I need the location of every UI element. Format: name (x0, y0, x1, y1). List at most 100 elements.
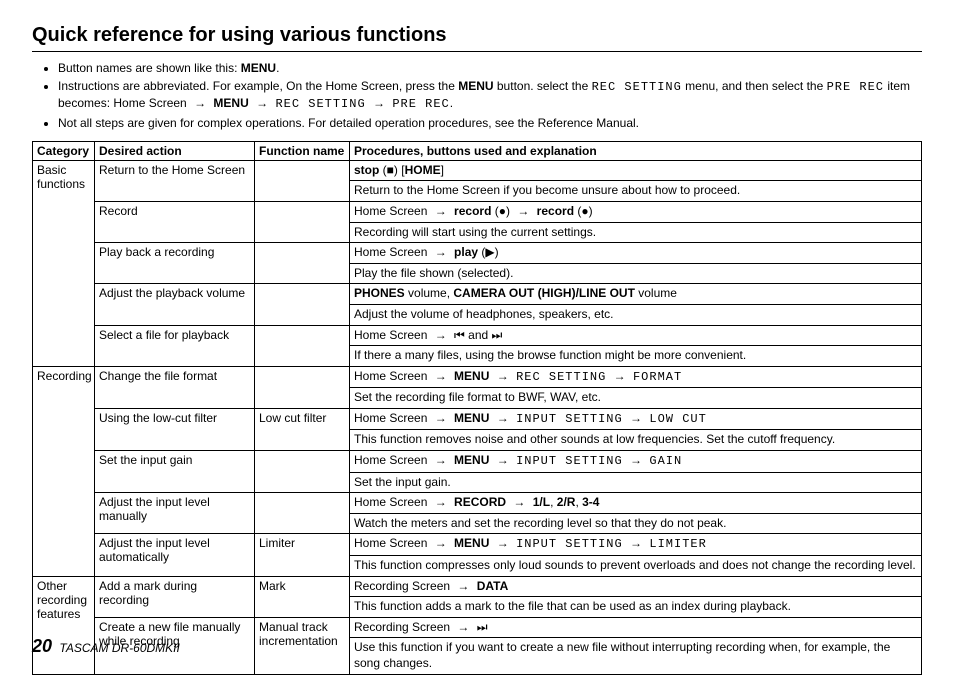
proc-cell: Watch the meters and set the recording l… (350, 513, 922, 534)
proc-cell: This function adds a mark to the file th… (350, 597, 922, 618)
table-row: Adjust the input level automatically Lim… (33, 534, 922, 556)
fname-cell: Low cut filter (255, 408, 350, 450)
arrow-icon: → (252, 95, 272, 111)
arrow-icon: → (453, 620, 473, 636)
fname-cell (255, 451, 350, 493)
note-2: Instructions are abbreviated. For exampl… (58, 78, 922, 112)
table-row: Record Home Screen → record (●) → record… (33, 201, 922, 222)
table-row: Adjust the input level manually Home Scr… (33, 493, 922, 514)
notes-list: Button names are shown like this: MENU. … (32, 60, 922, 131)
table-row: Create a new file manually while recordi… (33, 617, 922, 638)
proc-cell: Home Screen → play (▶) (350, 243, 922, 264)
fname-cell (255, 366, 350, 408)
proc-cell: Adjust the volume of headphones, speaker… (350, 304, 922, 325)
arrow-icon: → (431, 328, 451, 344)
proc-cell: Recording Screen → ⏭ (350, 617, 922, 638)
fname-cell (255, 243, 350, 284)
arrow-icon: → (493, 453, 513, 469)
table-row: Select a file for playback Home Screen →… (33, 325, 922, 346)
proc-cell: If there a many files, using the browse … (350, 346, 922, 367)
col-fname: Function name (255, 141, 350, 160)
table-row: Recording Change the file format Home Sc… (33, 366, 922, 388)
arrow-icon: → (453, 579, 473, 595)
desired-cell: Adjust the input level automatically (95, 534, 255, 576)
desired-cell: Add a mark during recording (95, 576, 255, 617)
desired-cell: Select a file for playback (95, 325, 255, 366)
desired-cell: Play back a recording (95, 243, 255, 284)
table-row: Adjust the playback volume PHONES volume… (33, 284, 922, 305)
arrow-icon: → (493, 536, 513, 552)
desired-cell: Change the file format (95, 366, 255, 408)
table-row: Other recording features Add a mark duri… (33, 576, 922, 597)
table-row: Using the low-cut filter Low cut filter … (33, 408, 922, 430)
proc-cell: This function removes noise and other so… (350, 430, 922, 451)
col-proc: Procedures, buttons used and explanation (350, 141, 922, 160)
fname-cell (255, 325, 350, 366)
proc-cell: Return to the Home Screen if you become … (350, 181, 922, 202)
page-number: 20 (32, 636, 52, 656)
arrow-icon: → (190, 95, 210, 111)
fname-cell: Mark (255, 576, 350, 617)
arrow-icon: → (431, 204, 451, 220)
fname-cell: Manual track incrementation (255, 617, 350, 674)
desired-cell: Return to the Home Screen (95, 160, 255, 201)
proc-cell: Home Screen → ⏮ and ⏭ (350, 325, 922, 346)
reference-table: Category Desired action Function name Pr… (32, 141, 922, 675)
proc-cell: Play the file shown (selected). (350, 263, 922, 284)
note-1: Button names are shown like this: MENU. (58, 60, 922, 76)
desired-cell: Adjust the playback volume (95, 284, 255, 325)
desired-cell: Using the low-cut filter (95, 408, 255, 450)
proc-cell: Home Screen → MENU → INPUT SETTING → LIM… (350, 534, 922, 556)
col-category: Category (33, 141, 95, 160)
desired-cell: Set the input gain (95, 451, 255, 493)
proc-cell: This function compresses only loud sound… (350, 556, 922, 577)
col-desired: Desired action (95, 141, 255, 160)
footer-model: TASCAM DR-60DMKII (59, 641, 179, 655)
proc-cell: Home Screen → RECORD → 1/L, 2/R, 3-4 (350, 493, 922, 514)
fname-cell (255, 493, 350, 534)
note-3: Not all steps are given for complex oper… (58, 115, 922, 131)
arrow-icon: → (493, 411, 513, 427)
fname-cell (255, 201, 350, 242)
category-cell: Recording (33, 366, 95, 576)
fname-cell (255, 160, 350, 201)
arrow-icon: → (493, 369, 513, 385)
proc-cell: Home Screen → MENU → INPUT SETTING → LOW… (350, 408, 922, 430)
arrow-icon: → (610, 369, 630, 385)
proc-cell: Set the recording file format to BWF, WA… (350, 388, 922, 409)
arrow-icon: → (626, 453, 646, 469)
arrow-icon: → (513, 204, 533, 220)
proc-cell: stop (■) [HOME] (350, 160, 922, 181)
desired-cell: Adjust the input level manually (95, 493, 255, 534)
page-footer: 20 TASCAM DR-60DMKII (32, 636, 180, 657)
arrow-icon: → (509, 495, 529, 511)
table-header-row: Category Desired action Function name Pr… (33, 141, 922, 160)
arrow-icon: → (369, 95, 389, 111)
arrow-icon: → (431, 536, 451, 552)
arrow-icon: → (431, 369, 451, 385)
proc-cell: Home Screen → MENU → INPUT SETTING → GAI… (350, 451, 922, 473)
arrow-icon: → (431, 411, 451, 427)
fname-cell: Limiter (255, 534, 350, 576)
arrow-icon: → (431, 495, 451, 511)
proc-cell: Recording Screen → DATA (350, 576, 922, 597)
fname-cell (255, 284, 350, 325)
category-cell: Other recording features (33, 576, 95, 674)
arrow-icon: → (431, 245, 451, 261)
proc-cell: Set the input gain. (350, 472, 922, 493)
table-row: Basic functions Return to the Home Scree… (33, 160, 922, 181)
proc-cell: Home Screen → record (●) → record (●) (350, 201, 922, 222)
arrow-icon: → (431, 453, 451, 469)
arrow-icon: → (626, 536, 646, 552)
proc-cell: Use this function if you want to create … (350, 638, 922, 674)
table-row: Play back a recording Home Screen → play… (33, 243, 922, 264)
proc-cell: Recording will start using the current s… (350, 222, 922, 243)
page: Quick reference for using various functi… (0, 0, 954, 671)
page-title: Quick reference for using various functi… (32, 24, 922, 52)
desired-cell: Record (95, 201, 255, 242)
table-row: Set the input gain Home Screen → MENU → … (33, 451, 922, 473)
category-cell: Basic functions (33, 160, 95, 366)
proc-cell: PHONES volume, CAMERA OUT (HIGH)/LINE OU… (350, 284, 922, 305)
proc-cell: Home Screen → MENU → REC SETTING → FORMA… (350, 366, 922, 388)
arrow-icon: → (626, 411, 646, 427)
